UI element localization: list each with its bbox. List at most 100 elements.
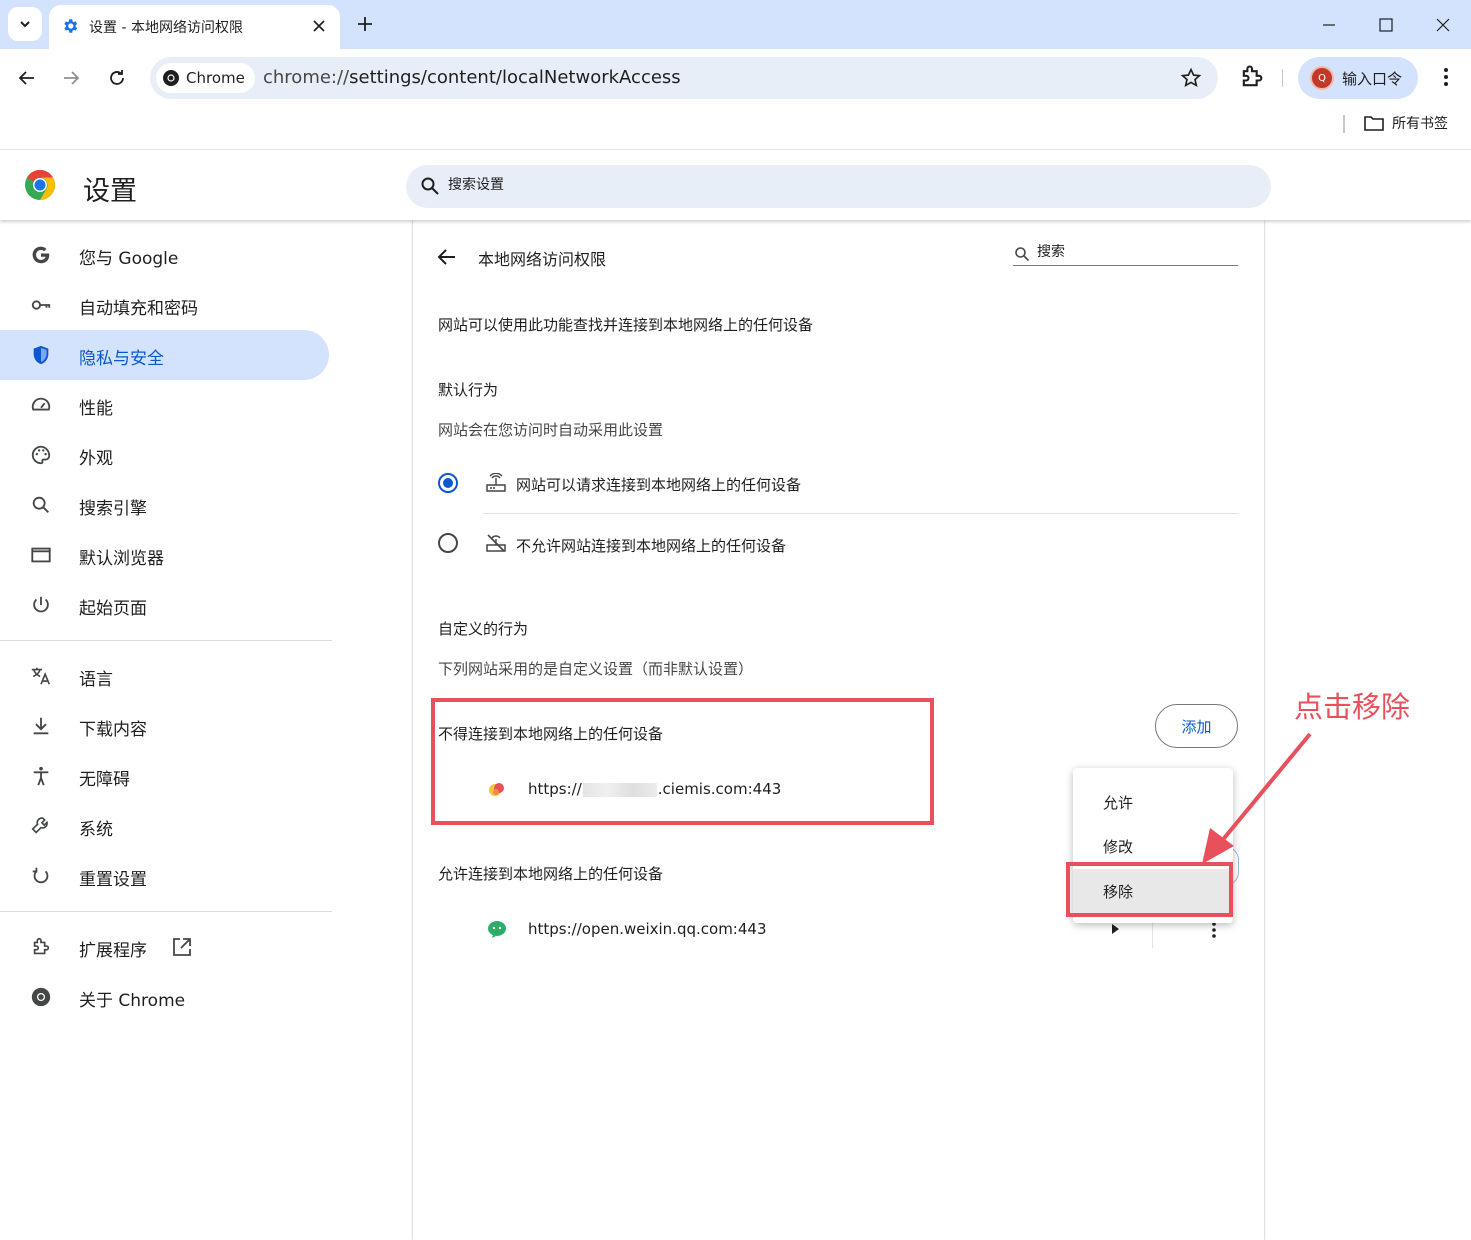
close-window-button[interactable] bbox=[1428, 10, 1458, 40]
search-icon bbox=[421, 177, 439, 195]
minimize-button[interactable] bbox=[1314, 10, 1344, 40]
title-bar: 设置 - 本地网络访问权限 bbox=[0, 0, 1471, 49]
profile-label: 输入口令 bbox=[1342, 69, 1403, 88]
translate-icon bbox=[31, 667, 51, 685]
chip-label: Chrome bbox=[186, 69, 245, 87]
puzzle-icon[interactable] bbox=[1238, 63, 1266, 91]
bookmark-star-icon[interactable] bbox=[1180, 67, 1202, 89]
sidebar-item-search-engine[interactable]: 搜索引擎 bbox=[0, 480, 329, 530]
browser-toolbar: Chrome chrome://settings/content/localNe… bbox=[0, 49, 1471, 150]
toolbar-divider bbox=[1282, 69, 1283, 87]
sidebar-item-on-startup[interactable]: 起始页面 bbox=[0, 580, 329, 630]
arrow-back-icon[interactable] bbox=[435, 245, 459, 269]
sidebar-item-label: 默认浏览器 bbox=[79, 549, 164, 569]
wrench-icon bbox=[31, 817, 48, 834]
forward-button[interactable] bbox=[55, 62, 87, 94]
page-search-box[interactable] bbox=[1013, 244, 1238, 266]
download-icon bbox=[33, 717, 49, 735]
search-icon bbox=[32, 496, 49, 513]
sidebar-item-label: 下载内容 bbox=[79, 720, 147, 740]
power-icon bbox=[33, 596, 49, 613]
menu-item-remove[interactable]: 移除 bbox=[1073, 869, 1233, 913]
gear-icon bbox=[64, 19, 78, 33]
settings-search-box[interactable] bbox=[406, 165, 1271, 208]
active-tab[interactable]: 设置 - 本地网络访问权限 bbox=[49, 5, 340, 49]
page-search-input[interactable] bbox=[1037, 244, 1227, 260]
sidebar-divider bbox=[0, 911, 332, 912]
open-in-new-icon bbox=[173, 938, 191, 956]
chevron-down-icon bbox=[20, 21, 30, 28]
avatar: Q bbox=[1310, 66, 1334, 90]
sidebar-item-appearance[interactable]: 外观 bbox=[0, 430, 329, 480]
router-off-icon bbox=[486, 534, 506, 552]
arrow-right-icon[interactable] bbox=[1110, 922, 1122, 936]
annotation-label: 点击移除 bbox=[1294, 690, 1411, 724]
back-button[interactable] bbox=[11, 62, 43, 94]
url-scheme: chrome:// bbox=[263, 67, 350, 88]
maximize-icon bbox=[1379, 18, 1393, 32]
default-behavior-heading: 默认行为 bbox=[438, 381, 499, 399]
settings-sidebar: 您与 Google 自动填充和密码 隐私与安全 性能 外观 搜索引擎 默认浏览器… bbox=[0, 220, 340, 1240]
new-tab-button[interactable] bbox=[352, 11, 378, 37]
sidebar-item-privacy[interactable]: 隐私与安全 bbox=[0, 330, 329, 380]
tab-close-button[interactable] bbox=[309, 16, 329, 36]
sidebar-item-downloads[interactable]: 下载内容 bbox=[0, 701, 329, 751]
sidebar-divider bbox=[0, 640, 332, 641]
site-url-prefix: https:// bbox=[528, 780, 582, 798]
custom-behavior-heading: 自定义的行为 bbox=[438, 620, 529, 638]
reload-icon bbox=[110, 70, 124, 85]
sidebar-item-system[interactable]: 系统 bbox=[0, 801, 329, 851]
sidebar-item-accessibility[interactable]: 无障碍 bbox=[0, 751, 329, 801]
radio-allow-request[interactable] bbox=[438, 473, 458, 493]
sidebar-item-label: 起始页面 bbox=[79, 599, 147, 619]
sidebar-item-extensions[interactable]: 扩展程序 bbox=[0, 922, 329, 972]
allowed-site-url[interactable]: https://open.weixin.qq.com:443 bbox=[528, 920, 766, 938]
settings-search-input[interactable] bbox=[448, 177, 1228, 193]
sidebar-item-about-chrome[interactable]: 关于 Chrome bbox=[0, 972, 329, 1022]
sidebar-item-reset[interactable]: 重置设置 bbox=[0, 851, 329, 901]
all-bookmarks-folder[interactable]: 所有书签 bbox=[1364, 113, 1448, 133]
profile-button[interactable]: Q 输入口令 bbox=[1298, 57, 1418, 99]
sidebar-item-performance[interactable]: 性能 bbox=[0, 380, 329, 430]
blocked-site-url[interactable]: https:// .ciemis.com:443 bbox=[528, 780, 781, 798]
sidebar-item-you-and-google[interactable]: 您与 Google bbox=[0, 230, 329, 280]
reset-icon bbox=[32, 867, 49, 884]
option-label[interactable]: 不允许网站连接到本地网络上的任何设备 bbox=[516, 535, 786, 556]
minimize-icon bbox=[1323, 24, 1335, 26]
page-description: 网站可以使用此功能查找并连接到本地网络上的任何设备 bbox=[438, 316, 814, 334]
sidebar-item-label: 您与 Google bbox=[79, 249, 179, 269]
omnibox[interactable]: Chrome chrome://settings/content/localNe… bbox=[150, 57, 1218, 99]
sidebar-item-languages[interactable]: 语言 bbox=[0, 651, 329, 701]
tab-title: 设置 - 本地网络访问权限 bbox=[89, 20, 243, 36]
sidebar-item-label: 自动填充和密码 bbox=[79, 299, 198, 319]
custom-behavior-subheading: 下列网站采用的是自定义设置（而非默认设置） bbox=[438, 660, 754, 678]
maximize-button[interactable] bbox=[1371, 10, 1401, 40]
sidebar-item-label: 隐私与安全 bbox=[79, 349, 164, 369]
folder-icon bbox=[1364, 116, 1384, 131]
sidebar-item-label: 外观 bbox=[79, 449, 113, 469]
radio-block-all[interactable] bbox=[438, 533, 458, 553]
settings-header: 设置 bbox=[0, 150, 1471, 220]
local-network-access-page: 本地网络访问权限 网站可以使用此功能查找并连接到本地网络上的任何设备 默认行为 … bbox=[413, 220, 1264, 1240]
sidebar-item-default-browser[interactable]: 默认浏览器 bbox=[0, 530, 329, 580]
option-label[interactable]: 网站可以请求连接到本地网络上的任何设备 bbox=[516, 474, 801, 495]
key-icon bbox=[31, 300, 51, 310]
settings-title: 设置 bbox=[83, 176, 137, 207]
puzzle-icon bbox=[33, 937, 50, 955]
chrome-icon bbox=[31, 987, 51, 1007]
site-url-suffix: .ciemis.com:443 bbox=[657, 780, 782, 798]
sidebar-item-autofill[interactable]: 自动填充和密码 bbox=[0, 280, 329, 330]
url-text[interactable]: chrome://settings/content/localNetworkAc… bbox=[263, 67, 681, 88]
arrow-right-icon bbox=[64, 71, 80, 85]
chrome-logo-icon bbox=[25, 170, 56, 200]
chrome-menu-button[interactable] bbox=[1432, 63, 1460, 91]
sidebar-item-label: 语言 bbox=[79, 670, 113, 690]
blocked-list-heading: 不得连接到本地网络上的任何设备 bbox=[438, 725, 664, 743]
reload-button[interactable] bbox=[101, 62, 133, 94]
close-icon bbox=[1436, 18, 1450, 32]
url-path: settings/content/localNetworkAccess bbox=[349, 67, 681, 88]
browser-window-icon bbox=[31, 547, 51, 563]
tab-search-button[interactable] bbox=[8, 7, 42, 41]
google-g-icon bbox=[32, 246, 50, 264]
site-info-chip[interactable]: Chrome bbox=[156, 63, 255, 93]
